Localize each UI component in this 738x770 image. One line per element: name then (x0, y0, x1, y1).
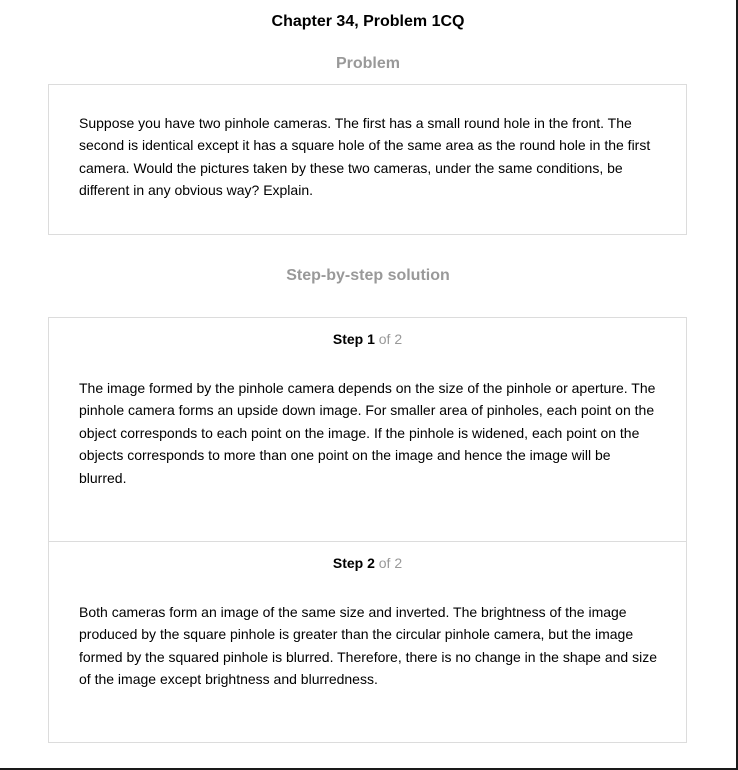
problem-heading: Problem (335, 55, 400, 72)
solution-step: Step 2 of 2 Both cameras form an image o… (49, 542, 686, 742)
page-title: Chapter 34, Problem 1CQ (271, 13, 465, 30)
step-label: Step 2 (332, 555, 375, 571)
problem-text: Suppose you have two pinhole cameras. Th… (79, 115, 651, 199)
step-text: Both cameras form an image of the same s… (79, 604, 657, 688)
step-label: Step 1 (332, 331, 375, 347)
step-count: of 2 (378, 331, 403, 347)
solution-heading: Step-by-step solution (286, 267, 450, 284)
step-count: of 2 (378, 555, 403, 571)
problem-box: Suppose you have two pinhole cameras. Th… (48, 84, 687, 235)
step-header: Step 2 of 2 (49, 554, 686, 572)
step-text: The image formed by the pinhole camera d… (79, 380, 656, 486)
solution-step: Step 1 of 2 The image formed by the pinh… (49, 318, 686, 542)
solution-steps: Step 1 of 2 The image formed by the pinh… (48, 317, 687, 743)
step-header: Step 1 of 2 (49, 330, 686, 348)
